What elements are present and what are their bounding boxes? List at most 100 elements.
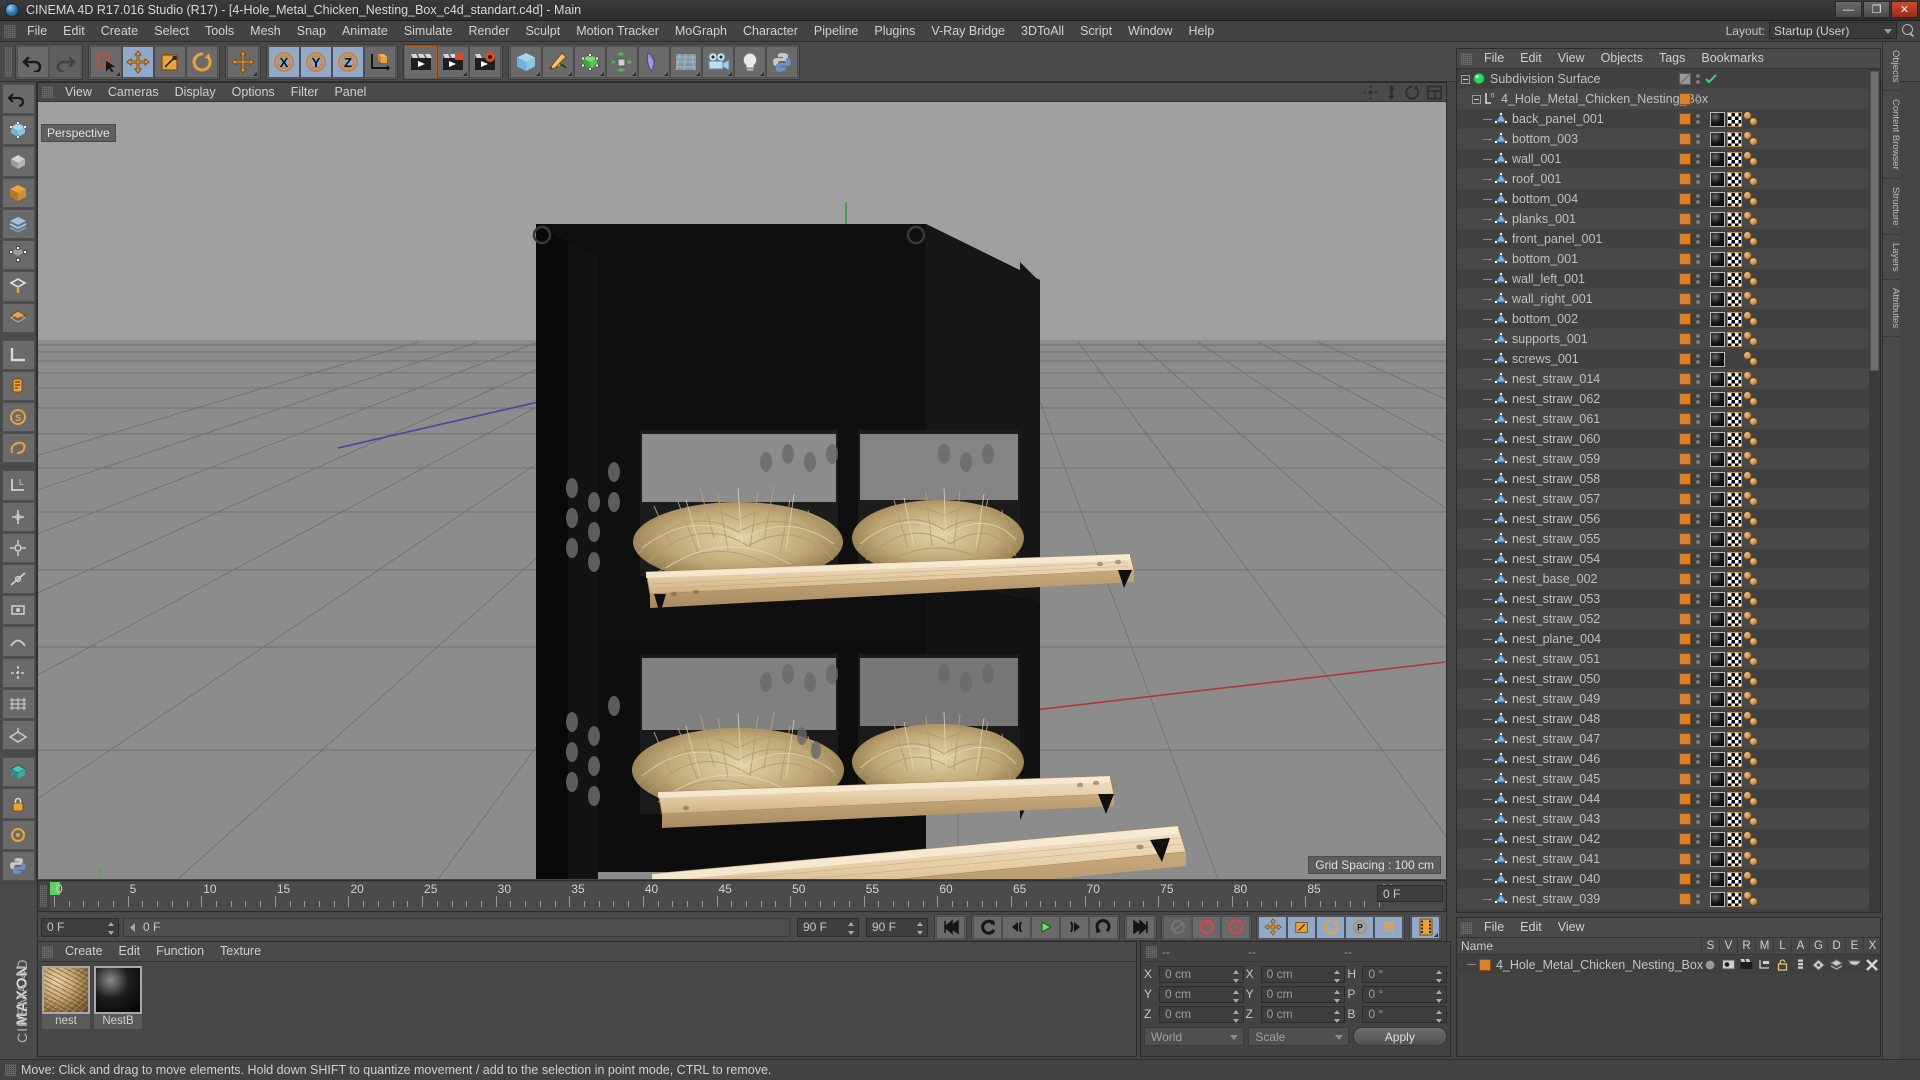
model-mode-button[interactable] bbox=[1, 146, 35, 177]
material-tag-icon[interactable] bbox=[1710, 551, 1725, 567]
object-tags[interactable] bbox=[1679, 109, 1759, 129]
object-row[interactable]: nest_straw_052 bbox=[1457, 609, 1880, 629]
object-list[interactable]: Subdivision Surface 0 4_Hole_Metal_Chicken… bbox=[1457, 69, 1880, 912]
layer-toggle-cell[interactable] bbox=[1719, 959, 1737, 970]
layer-toggles[interactable] bbox=[1701, 955, 1881, 974]
loop-button[interactable] bbox=[1089, 915, 1118, 939]
object-tags[interactable] bbox=[1679, 269, 1759, 289]
material-tag-icon[interactable] bbox=[1710, 791, 1725, 807]
axis-tool-button[interactable] bbox=[1, 339, 35, 370]
phong-tag-icon[interactable] bbox=[1744, 571, 1759, 587]
material-manager-menu-texture[interactable]: Texture bbox=[212, 942, 269, 961]
polygon-snap-button[interactable] bbox=[1, 595, 35, 626]
uvw-tag-icon[interactable] bbox=[1727, 271, 1742, 287]
uvw-tag-icon[interactable] bbox=[1727, 371, 1742, 387]
uvw-tag-icon[interactable] bbox=[1727, 671, 1742, 687]
add-spline-button[interactable] bbox=[542, 45, 574, 78]
object-manager-scrollbar[interactable] bbox=[1869, 69, 1880, 912]
lasso-selection-button[interactable] bbox=[1, 433, 35, 464]
object-tags[interactable] bbox=[1679, 909, 1759, 912]
right-tab-layers[interactable]: Layers bbox=[1883, 235, 1901, 281]
keyframe-help-button[interactable]: ? bbox=[1221, 915, 1250, 939]
uvw-tag-icon[interactable] bbox=[1727, 391, 1742, 407]
coordinates-grip-icon[interactable] bbox=[1146, 945, 1157, 958]
object-manager-menu-bookmarks[interactable]: Bookmarks bbox=[1693, 49, 1772, 68]
viewport-grip-icon[interactable] bbox=[42, 86, 53, 98]
object-row[interactable]: nest_straw_048 bbox=[1457, 709, 1880, 729]
material-tag-icon[interactable] bbox=[1710, 311, 1725, 327]
phong-tag-icon[interactable] bbox=[1744, 871, 1759, 887]
object-row[interactable]: supports_001 bbox=[1457, 329, 1880, 349]
visibility-dots-icon[interactable] bbox=[1693, 754, 1702, 764]
material-tag-icon[interactable] bbox=[1710, 871, 1725, 887]
object-row[interactable]: nest_straw_062 bbox=[1457, 389, 1880, 409]
visibility-dots-icon[interactable] bbox=[1693, 234, 1702, 244]
material-tag-icon[interactable] bbox=[1710, 171, 1725, 187]
menu-tools[interactable]: Tools bbox=[197, 21, 242, 42]
material-tag-icon[interactable] bbox=[1710, 731, 1725, 747]
object-tags[interactable] bbox=[1679, 549, 1759, 569]
sculpt-mode-button[interactable] bbox=[1, 757, 35, 788]
layer-toggle-cell[interactable] bbox=[1755, 959, 1773, 970]
layer-color-swatch[interactable] bbox=[1679, 193, 1691, 205]
material-tag-icon[interactable] bbox=[1710, 711, 1725, 727]
layer-toggle-cell[interactable] bbox=[1827, 958, 1845, 971]
material-tag-icon[interactable] bbox=[1710, 831, 1725, 847]
material-preview[interactable] bbox=[42, 966, 90, 1014]
layer-color-swatch[interactable] bbox=[1679, 893, 1691, 905]
object-row[interactable]: bottom_001 bbox=[1457, 249, 1880, 269]
menu-mograph[interactable]: MoGraph bbox=[667, 21, 735, 42]
object-row[interactable]: nest_straw_046 bbox=[1457, 749, 1880, 769]
uvw-tag-icon[interactable] bbox=[1727, 911, 1742, 912]
layer-color-swatch[interactable] bbox=[1479, 958, 1491, 971]
coordinate-space-select[interactable]: World bbox=[1144, 1027, 1245, 1046]
phong-tag-icon[interactable] bbox=[1744, 131, 1759, 147]
layer-color-swatch[interactable] bbox=[1679, 513, 1691, 525]
uvw-tag-icon[interactable] bbox=[1727, 791, 1742, 807]
object-tags[interactable] bbox=[1679, 569, 1759, 589]
visibility-dots-icon[interactable] bbox=[1693, 734, 1702, 744]
object-tags[interactable] bbox=[1679, 769, 1759, 789]
object-tags[interactable] bbox=[1679, 149, 1759, 169]
scrollbar-thumb[interactable] bbox=[1870, 71, 1879, 371]
uvw-tag-icon[interactable] bbox=[1727, 571, 1742, 587]
position-field[interactable]: 0 cm bbox=[1159, 1005, 1244, 1023]
material-tag-icon[interactable] bbox=[1710, 451, 1725, 467]
visibility-dots-icon[interactable] bbox=[1693, 874, 1702, 884]
material-item[interactable]: NestB bbox=[94, 966, 142, 1029]
layer-color-swatch[interactable] bbox=[1679, 653, 1691, 665]
layer-color-swatch[interactable] bbox=[1679, 173, 1691, 185]
visibility-dots-icon[interactable] bbox=[1693, 774, 1702, 784]
object-tags[interactable] bbox=[1679, 509, 1759, 529]
visibility-dots-icon[interactable] bbox=[1693, 334, 1702, 344]
expressions-icon[interactable] bbox=[1847, 960, 1861, 969]
toolbar-grip-icon[interactable] bbox=[5, 46, 12, 77]
solo-icon[interactable] bbox=[1704, 959, 1716, 971]
visibility-dots-icon[interactable] bbox=[1693, 134, 1702, 144]
record-rotation-button[interactable] bbox=[1316, 915, 1345, 939]
layer-toggle-cell[interactable] bbox=[1845, 960, 1863, 969]
menu-sculpt[interactable]: Sculpt bbox=[517, 21, 568, 42]
object-tags[interactable] bbox=[1679, 489, 1759, 509]
phong-tag-icon[interactable] bbox=[1744, 591, 1759, 607]
material-tag-icon[interactable] bbox=[1710, 631, 1725, 647]
object-tags[interactable] bbox=[1679, 169, 1759, 189]
phong-tag-icon[interactable] bbox=[1744, 191, 1759, 207]
object-row[interactable]: Subdivision Surface bbox=[1457, 69, 1880, 89]
phong-tag-icon[interactable] bbox=[1744, 791, 1759, 807]
rotate-tool[interactable] bbox=[186, 45, 218, 78]
layer-color-swatch[interactable] bbox=[1679, 793, 1691, 805]
material-tag-icon[interactable] bbox=[1710, 291, 1725, 307]
object-row[interactable]: nest_straw_040 bbox=[1457, 869, 1880, 889]
editable-object-button[interactable] bbox=[1, 115, 35, 146]
play-reverse-button[interactable] bbox=[973, 915, 1002, 939]
visibility-dots-icon[interactable] bbox=[1693, 534, 1702, 544]
material-tag-icon[interactable] bbox=[1710, 471, 1725, 487]
layer-color-swatch[interactable] bbox=[1679, 873, 1691, 885]
render-icon[interactable] bbox=[1740, 959, 1753, 970]
object-tags[interactable] bbox=[1679, 889, 1759, 909]
uvw-tag-icon[interactable] bbox=[1727, 771, 1742, 787]
material-tag-icon[interactable] bbox=[1710, 351, 1725, 367]
close-button[interactable]: ✕ bbox=[1891, 1, 1918, 18]
expand-collapse-toggle[interactable] bbox=[1461, 74, 1470, 84]
